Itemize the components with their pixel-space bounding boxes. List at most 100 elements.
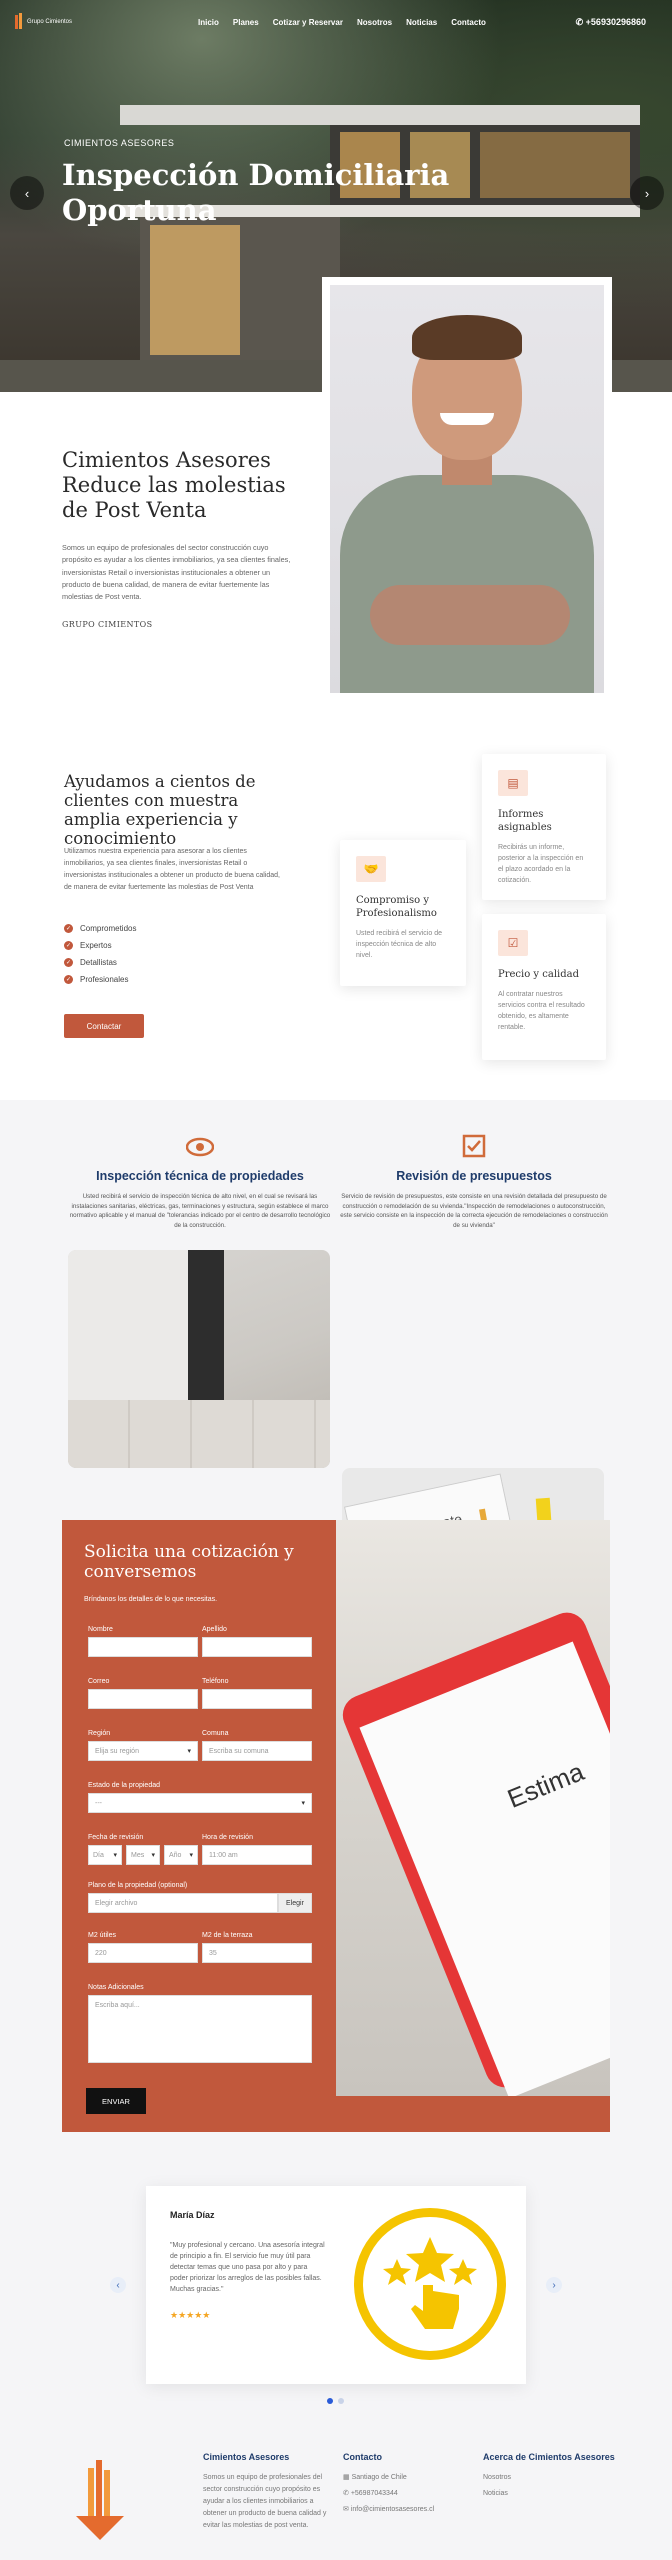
footer-links-title: Acerca de Cimientos Asesores (483, 2452, 615, 2462)
contact-button[interactable]: Contactar (64, 1014, 144, 1038)
footer-contact-title: Contacto (343, 2452, 382, 2462)
testimonial-next-button[interactable]: › (546, 2277, 562, 2293)
mes-select[interactable]: Mes ▾ (126, 1845, 160, 1865)
top-navigation: Grupo Cimientos Inicio Planes Cotizar y … (0, 0, 672, 44)
hand-stars-icon (383, 2237, 477, 2329)
inspection-photo (68, 1250, 330, 1468)
help-checklist: ✓ Comprometidos ✓ Expertos ✓ Detallistas ✓ P… (64, 924, 136, 992)
nav-link-planes[interactable]: Planes (233, 18, 259, 27)
estado-select[interactable]: --- ▾ (88, 1793, 312, 1813)
building-logo-icon (76, 2460, 124, 2540)
hora-input[interactable]: 11:00 am (202, 1845, 312, 1865)
field-hora: Hora de revisión 11:00 am (202, 1834, 312, 1865)
carousel-dot[interactable] (338, 2398, 344, 2404)
logo-text: Grupo Cimientos (27, 19, 73, 25)
field-label: Plano de la propiedad (optional) (88, 1882, 188, 1889)
field-label: Estado de la propiedad (88, 1782, 160, 1789)
comuna-input[interactable]: Escriba su comuna (202, 1741, 312, 1761)
anio-select[interactable]: Año ▾ (164, 1845, 198, 1865)
field-plano: Plano de la propiedad (optional) Elegir … (88, 1882, 312, 1913)
region-select[interactable]: Elija su región ▾ (88, 1741, 198, 1761)
correo-input[interactable] (88, 1689, 198, 1709)
form-title: Solicita una cotización y conversemos (84, 1542, 294, 1582)
plano-browse-button[interactable]: Elegir (278, 1893, 312, 1913)
help-title: Ayudamos a cientos de clientes con muest… (64, 772, 256, 848)
chevron-right-icon: › (552, 2279, 556, 2291)
chevron-down-icon: ▾ (189, 1852, 193, 1859)
anio-value: Año (169, 1851, 182, 1859)
footer-email[interactable]: ✉ info@cimientosasesores.cl (343, 2504, 434, 2516)
telefono-input[interactable] (202, 1689, 312, 1709)
field-label: M2 de la terraza (202, 1932, 253, 1939)
notas-textarea[interactable]: Escriba aquí... (88, 1995, 312, 2063)
phone-link[interactable]: ✆ +56930296860 (576, 17, 646, 28)
apellido-input[interactable] (202, 1637, 312, 1657)
checkbox-icon: ☑ (498, 930, 528, 956)
testimonial-prev-button[interactable]: ‹ (110, 2277, 126, 2293)
footer-phone[interactable]: ✆ +56987043344 (343, 2488, 398, 2500)
hero-next-button[interactable]: › (630, 176, 664, 210)
nav-link-nosotros[interactable]: Nosotros (357, 18, 392, 27)
plano-file-input[interactable]: Elegir archivo (88, 1893, 278, 1913)
help-text: Utilizamos nuestra experiencia para ases… (64, 848, 280, 891)
m2-terraza-input[interactable]: 35 (202, 1943, 312, 1963)
chevron-down-icon: ▾ (113, 1852, 117, 1859)
testimonial-name: María Díaz (170, 2210, 215, 2220)
footer-logo[interactable] (76, 2460, 124, 2545)
hero-eyebrow: CIMIENTOS ASESORES (64, 138, 175, 148)
handshake-icon: 🤝 (356, 856, 386, 882)
portrait-photo (330, 285, 604, 693)
email-text: info@cimientosasesores.cl (350, 2506, 435, 2513)
field-m2-terraza: M2 de la terraza 35 (202, 1932, 312, 1963)
quote-form-section: Solicita una cotización y conversemos Br… (62, 1520, 610, 2132)
chevron-left-icon: ‹ (24, 185, 30, 201)
carousel-dot-active[interactable] (327, 2398, 333, 2404)
m2-utiles-input[interactable]: 220 (88, 1943, 198, 1963)
phone-icon: ✆ (343, 2490, 351, 2497)
estimate-photo: Estima (336, 1520, 610, 2096)
footer-link-nosotros[interactable]: Nosotros (483, 2472, 511, 2484)
field-m2-utiles: M2 útiles 220 (88, 1932, 198, 1963)
submit-button[interactable]: ENVIAR (86, 2088, 146, 2114)
about-signature: GRUPO CIMIENTOS (62, 620, 153, 629)
help-section: Ayudamos a cientos de clientes con muest… (0, 702, 672, 1100)
check-icon: ✓ (64, 958, 73, 967)
check-label: Comprometidos (80, 924, 137, 933)
nombre-input[interactable] (88, 1637, 198, 1657)
check-label: Detallistas (80, 958, 117, 967)
estado-value: --- (95, 1799, 102, 1807)
hero-prev-button[interactable]: ‹ (10, 176, 44, 210)
building-logo-icon (15, 13, 22, 29)
nav-link-noticias[interactable]: Noticias (406, 18, 437, 27)
form-subtitle: Bríndanos los detalles de lo que necesit… (84, 1596, 218, 1603)
dia-value: Día (93, 1851, 104, 1859)
footer-link-noticias[interactable]: Noticias (483, 2488, 508, 2500)
mes-value: Mes (131, 1851, 145, 1859)
region-placeholder: Elija su región (95, 1747, 139, 1755)
nav-link-contacto[interactable]: Contacto (451, 18, 486, 27)
field-telefono: Teléfono (202, 1678, 312, 1709)
nav-links: Inicio Planes Cotizar y Reservar Nosotro… (198, 18, 486, 27)
m2-terraza-placeholder: 35 (209, 1949, 217, 1957)
dia-select[interactable]: Día ▾ (88, 1845, 122, 1865)
logo[interactable]: Grupo Cimientos (14, 13, 72, 31)
field-correo: Correo (88, 1678, 198, 1709)
plano-placeholder: Elegir archivo (95, 1899, 138, 1907)
card-title: Compromiso y Profesionalismo (356, 895, 437, 919)
phone-icon: ✆ (575, 17, 586, 27)
field-apellido: Apellido (202, 1626, 312, 1657)
address-text: Santiago de Chile (351, 2474, 407, 2481)
card-title: Precio y calidad (498, 969, 579, 980)
field-label: Apellido (202, 1626, 227, 1633)
nav-link-cotizar[interactable]: Cotizar y Reservar (273, 18, 343, 27)
field-label: Nombre (88, 1626, 113, 1633)
feature-card-compromiso: 🤝 Compromiso y Profesionalismo Usted rec… (340, 840, 466, 986)
field-nombre: Nombre (88, 1626, 198, 1657)
services-section: Inspección técnica de propiedades Revisi… (0, 1100, 672, 1686)
service-text: Servicio de revisión de presupuestos, es… (340, 1193, 608, 1229)
check-icon: ✓ (64, 924, 73, 933)
mail-icon: ✉ (343, 2506, 351, 2513)
check-item: ✓ Detallistas (64, 958, 136, 967)
nav-link-inicio[interactable]: Inicio (198, 18, 219, 27)
checkbox-icon (462, 1134, 486, 1158)
